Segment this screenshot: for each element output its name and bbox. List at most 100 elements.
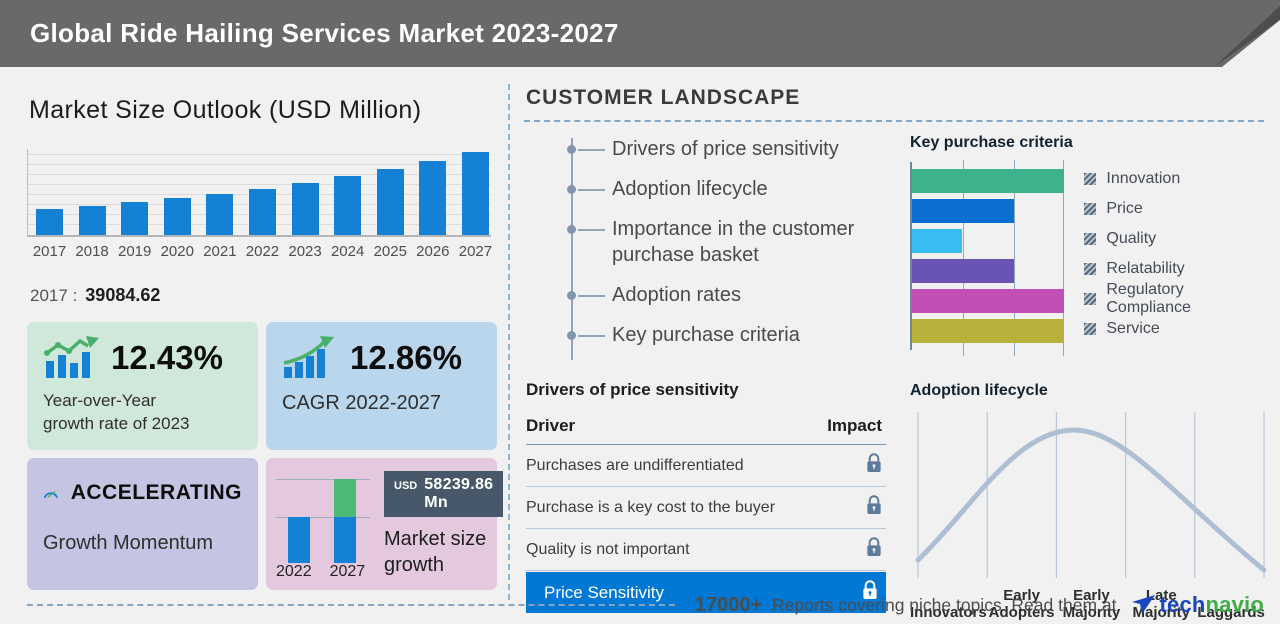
market-size-outlook-section: Market Size Outlook (USD Million) 2017 20… [27,84,504,590]
year-tick-label: 2022 [245,243,280,260]
mini-bar-2027 [334,479,356,563]
customer-landscape-section: CUSTOMER LANDSCAPE Drivers of price sens… [524,86,1267,621]
kpc-bar-price [912,199,1015,223]
driver-row: Purchases are undifferentiated [526,445,886,487]
adoption-lifecycle-title: Adoption lifecycle [910,382,1048,399]
callout-2017: 2017 :39084.62 [30,285,491,306]
market-size-bar [334,176,362,235]
column-driver: Driver [526,416,576,435]
market-size-growth-mini-chart: 2022 2027 [276,467,374,581]
footer-dashed-divider [27,604,675,606]
kpc-bar-row [912,289,1065,313]
lock-icon [867,453,881,472]
kpc-bar-service [912,319,1065,343]
mini-year-label: 2027 [329,563,366,580]
brand-navio: navio [1205,592,1264,617]
cagr-label: CAGR 2022-2027 [282,392,441,414]
bar-column-2017: 2017 [33,149,66,260]
infographic-page: Global Ride Hailing Services Market 2023… [0,0,1280,624]
vertical-section-divider [508,84,510,600]
market-size-bar [419,161,447,235]
technavio-arrow-icon [1132,595,1156,614]
footer-text: Reports covering niche topics. Read them… [772,594,1117,615]
kpc-bar-row [912,229,1064,253]
yoy-value: 12.43% [111,339,223,376]
momentum-value: ACCELERATING [70,481,242,504]
impact-lock [866,495,882,520]
legend-label: Quality [1106,230,1157,247]
header-bar: Global Ride Hailing Services Market 2023… [0,0,1280,67]
bar-column-2024: 2024 [331,149,364,260]
market-size-chart-bars: 2017 2018 2019 2020 2021 2022 2023 2024 2025 2026… [28,149,492,260]
driver-label: Purchase is a key cost to the buyer [526,498,776,516]
legend-label: Service [1106,320,1160,337]
market-size-growth-card: 2022 2027 USD 58239.86 Mn Market size gro… [266,458,504,590]
market-size-bar [248,189,276,235]
legend-label: Relatability [1106,260,1185,277]
brand-tech: tech [1159,592,1206,617]
year-tick-label: 2027 [458,243,493,260]
year-tick-label: 2020 [160,243,194,260]
landscape-item: Drivers of price sensitivity [567,136,872,162]
bar-column-2027: 2027 [459,149,492,260]
mini-chart-labels: 2022 2027 [276,563,365,581]
legend-swatch-icon [1084,263,1097,275]
key-purchase-criteria-title: Key purchase criteria [910,134,1073,151]
price-sensitivity-table: Drivers of price sensitivity Driver Impa… [524,366,896,621]
customer-landscape-list: Drivers of price sensitivity Adoption lif… [524,122,906,366]
price-sensitivity-rows: Purchases are undifferentiated Purchase i… [526,445,886,571]
mini-chart-bars [288,479,356,563]
legend-item: Price [1084,194,1266,224]
market-outlook-title: Market Size Outlook (USD Million) [29,96,422,124]
bar-column-2026: 2026 [416,149,450,260]
market-size-chart: 2017 2018 2019 2020 2021 2022 2023 2024 2025 2026… [27,149,492,260]
lock-icon [867,537,881,556]
bar-column-2021: 2021 [203,149,237,260]
kpc-bar-row [912,169,1065,193]
cagr-value: 12.86% [350,339,462,376]
year-tick-label: 2024 [330,243,365,260]
yoy-growth-card: 12.43% Year-over-Year growth rate of 202… [27,322,258,450]
driver-row: Quality is not important [526,529,886,571]
technavio-logo[interactable]: technavio [1132,592,1264,618]
driver-label: Quality is not important [526,540,690,558]
year-tick-label: 2019 [118,243,152,260]
mini-year-label: 2022 [276,563,312,580]
bar-trend-curve-icon [283,336,334,378]
legend-label: Price [1106,200,1143,217]
callout-separator: : [72,286,78,305]
landscape-item: Importance in the customer purchase bask… [567,216,872,268]
legend-swatch-icon [1084,233,1097,245]
legend-item: Relatability [1084,254,1266,284]
year-tick-label: 2018 [75,243,109,260]
market-size-bar [461,152,489,235]
market-size-bar [163,198,191,235]
bar-column-2025: 2025 [374,149,407,260]
bar-column-2023: 2023 [288,149,322,260]
report-count: 17000+ [694,593,763,616]
table-header: Driver Impact [526,416,886,445]
footer: 17000+ Reports covering niche topics. Re… [27,592,1264,618]
market-size-bar [206,194,234,235]
bar-column-2020: 2020 [161,149,194,260]
legend-swatch-icon [1084,173,1097,185]
growth-momentum-card: ACCELERATING Growth Momentum [27,458,258,590]
bar-trend-zigzag-icon [44,336,99,378]
speedometer-icon [43,491,58,499]
price-sensitivity-title: Drivers of price sensitivity [526,380,739,399]
legend-item: Innovation [1084,164,1266,194]
year-tick-label: 2023 [288,243,322,260]
year-tick-label: 2025 [373,243,407,260]
legend-item: Regulatory Compliance [1084,281,1266,316]
landscape-item: Key purchase criteria [567,322,872,348]
key-purchase-criteria-panel: Key purchase criteria Innovation Price Qua… [906,122,1266,366]
market-size-bar [78,206,106,235]
kpc-bar-quality [912,229,963,253]
legend-item: Quality [1084,224,1266,254]
legend-swatch-icon [1084,203,1097,215]
market-size-bar [291,183,319,235]
adoption-lifecycle-panel: Adoption lifecycle Innovators Early Adopt… [906,366,1267,621]
customer-landscape-title: CUSTOMER LANDSCAPE [524,86,1264,122]
year-tick-label: 2017 [32,243,67,260]
market-size-growth-label: Market size growth [384,528,487,576]
